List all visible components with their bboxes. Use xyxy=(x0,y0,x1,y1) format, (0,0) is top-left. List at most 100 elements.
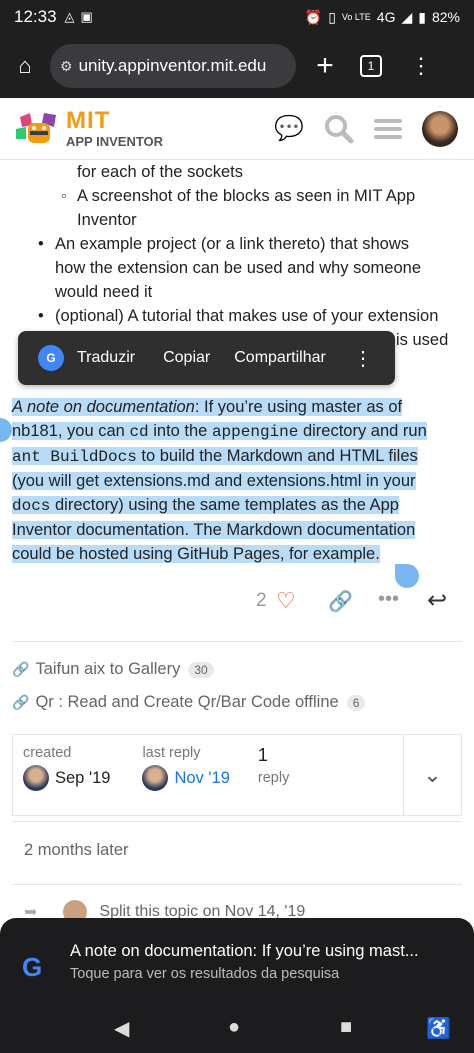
linked-topic[interactable]: 🔗 Qr : Read and Create Qr/Bar Code offli… xyxy=(12,693,366,712)
site-logo[interactable]: MIT APP INVENTOR xyxy=(14,109,163,149)
click-count-badge: 30 xyxy=(188,661,214,678)
paragraph-emphasis: A note on documentation xyxy=(12,398,195,416)
list-item: An example project (or a link thereto) t… xyxy=(55,235,410,253)
status-notification-icons: ◬ ▣ xyxy=(65,9,93,25)
text-run: (you will get extensions.md and extensio… xyxy=(12,472,416,490)
network-label: 4G xyxy=(376,9,396,25)
last-reply-date[interactable]: Nov '19 xyxy=(174,769,229,788)
vibrate-icon: ▯ xyxy=(328,8,336,25)
list-item: for each of the sockets xyxy=(77,163,244,181)
text-run: could be hosted using GitHub Pages, for … xyxy=(12,545,380,563)
text-run: Inventor documentation. The Markdown doc… xyxy=(12,521,416,539)
tab-switcher-button[interactable]: 1 xyxy=(360,55,382,77)
bullet-icon: • xyxy=(38,307,44,325)
linked-topic-title: Qr : Read and Create Qr/Bar Code offline xyxy=(35,693,339,711)
text-selection-menu: G Traduzir Copiar Compartilhar ⋮ xyxy=(18,331,395,385)
home-circle-icon[interactable]: ● xyxy=(228,1016,240,1039)
text-run: nb181, you can xyxy=(12,422,130,440)
status-time: 12:33 xyxy=(14,7,57,26)
like-count: 2 xyxy=(256,590,267,611)
text-run: directory) using the same templates as t… xyxy=(50,496,399,514)
created-date: Sep '19 xyxy=(55,768,111,787)
heart-icon[interactable]: ♡ xyxy=(276,588,296,614)
link-icon: 🔗 xyxy=(12,694,30,710)
bullet-icon: • xyxy=(38,235,44,253)
system-nav-bar: ◀ ● ■ ♿ xyxy=(0,1008,474,1053)
user-avatar[interactable] xyxy=(422,110,458,147)
accessibility-icon[interactable]: ♿ xyxy=(426,1016,451,1041)
last-reply-info: last reply Nov '19 xyxy=(132,735,230,815)
browser-menu-icon[interactable]: ⋮ xyxy=(396,53,446,79)
google-contextual-search-bar[interactable]: G A note on documentation: If you’re usi… xyxy=(0,918,474,1008)
time-gap: 2 months later xyxy=(24,841,129,859)
list-item-continuation: would need it xyxy=(55,283,153,301)
reply-icon[interactable]: ↩ xyxy=(427,586,447,615)
more-options-icon[interactable]: ⋮ xyxy=(353,346,373,371)
selection-end-handle[interactable] xyxy=(395,564,419,588)
new-tab-icon[interactable]: + xyxy=(296,49,354,83)
text-run: into the xyxy=(148,422,212,440)
linked-topic[interactable]: 🔗 Taifun aix to Gallery 30 xyxy=(12,660,214,679)
alarm-icon: ⏰ xyxy=(304,8,323,25)
link-icon: 🔗 xyxy=(12,661,30,677)
google-logo-icon: G xyxy=(22,952,43,982)
signal-icon: ◢ xyxy=(401,8,413,25)
replies-label: reply xyxy=(257,770,290,786)
text-run: : If you’re using master as of xyxy=(194,398,403,416)
list-item: A screenshot of the blocks as seen in MI… xyxy=(77,187,416,205)
linked-topic-title: Taifun aix to Gallery xyxy=(35,660,181,678)
post-actions: 2 ♡ 🔗 ••• ↩ xyxy=(0,586,474,618)
search-hint: Toque para ver os resultados da pesquisa xyxy=(70,966,340,982)
copy-button[interactable]: Copiar xyxy=(163,349,210,367)
logo-text-app-inventor: APP INVENTOR xyxy=(66,134,164,149)
circle-bullet-icon: ◦ xyxy=(61,187,67,205)
selection-start-handle[interactable] xyxy=(0,418,12,442)
google-translate-icon: G xyxy=(38,345,64,371)
url-text: unity.appinventor.mit.edu xyxy=(78,56,267,75)
site-settings-icon[interactable]: ⚙ xyxy=(60,58,73,75)
link-icon[interactable]: 🔗 xyxy=(328,589,353,614)
search-query: A note on documentation: If you’re using… xyxy=(70,942,419,960)
home-icon[interactable]: ⌂ xyxy=(0,53,50,79)
inline-code: appengine xyxy=(211,423,299,441)
list-item-continuation: Inventor xyxy=(77,211,137,229)
text-run: to build the Markdown and HTML files xyxy=(136,447,418,465)
list-item-continuation: is used xyxy=(396,331,449,349)
click-count-badge: 6 xyxy=(346,694,366,711)
divider xyxy=(12,821,462,822)
topic-map: created Sep '19 last reply Nov '19 1 rep… xyxy=(12,734,462,816)
hamburger-menu-icon[interactable] xyxy=(374,117,402,141)
battery-icon: ▮ xyxy=(418,8,426,25)
inline-code: docs xyxy=(12,497,51,515)
browser-toolbar: ⌂ ⚙ unity.appinventor.mit.edu + 1 ⋮ xyxy=(0,34,474,98)
inline-code: ant BuildDocs xyxy=(12,448,137,466)
more-icon[interactable]: ••• xyxy=(378,588,399,611)
replies-count: 1 xyxy=(257,745,268,765)
list-item: (optional) A tutorial that makes use of … xyxy=(55,307,439,325)
site-header: MIT APP INVENTOR 💬 xyxy=(0,98,474,160)
search-icon[interactable] xyxy=(324,114,354,144)
created-label: created xyxy=(23,745,72,761)
volte-icon: Vo LTE xyxy=(341,12,371,22)
a-icon: ◬ xyxy=(64,9,75,24)
avatar[interactable] xyxy=(23,765,49,791)
chevron-down-icon[interactable]: ⌄ xyxy=(403,735,461,815)
address-bar[interactable]: ⚙ unity.appinventor.mit.edu xyxy=(50,44,296,88)
translate-button[interactable]: Traduzir xyxy=(77,349,135,367)
recents-icon[interactable]: ■ xyxy=(340,1016,352,1039)
battery-level: 82% xyxy=(431,9,460,25)
divider xyxy=(12,884,462,885)
inline-code: cd xyxy=(129,423,149,441)
translate-icon: ▣ xyxy=(80,9,93,24)
list-item-continuation: how the extension can be used and why so… xyxy=(55,259,421,277)
back-icon[interactable]: ◀ xyxy=(114,1016,129,1041)
chat-icon[interactable]: 💬 xyxy=(274,114,304,143)
selected-paragraph[interactable]: A note on documentation: If you’re using… xyxy=(12,395,427,566)
share-button[interactable]: Compartilhar xyxy=(234,349,326,367)
text-run: directory and run xyxy=(298,422,427,440)
avatar[interactable] xyxy=(142,765,169,791)
created-info: created Sep '19 xyxy=(13,735,110,815)
status-bar: 12:33 ◬ ▣ ⏰ ▯ Vo LTE 4G ◢ ▮ 82% xyxy=(0,0,474,34)
app-inventor-logo-icon xyxy=(16,112,56,143)
divider xyxy=(12,641,462,642)
